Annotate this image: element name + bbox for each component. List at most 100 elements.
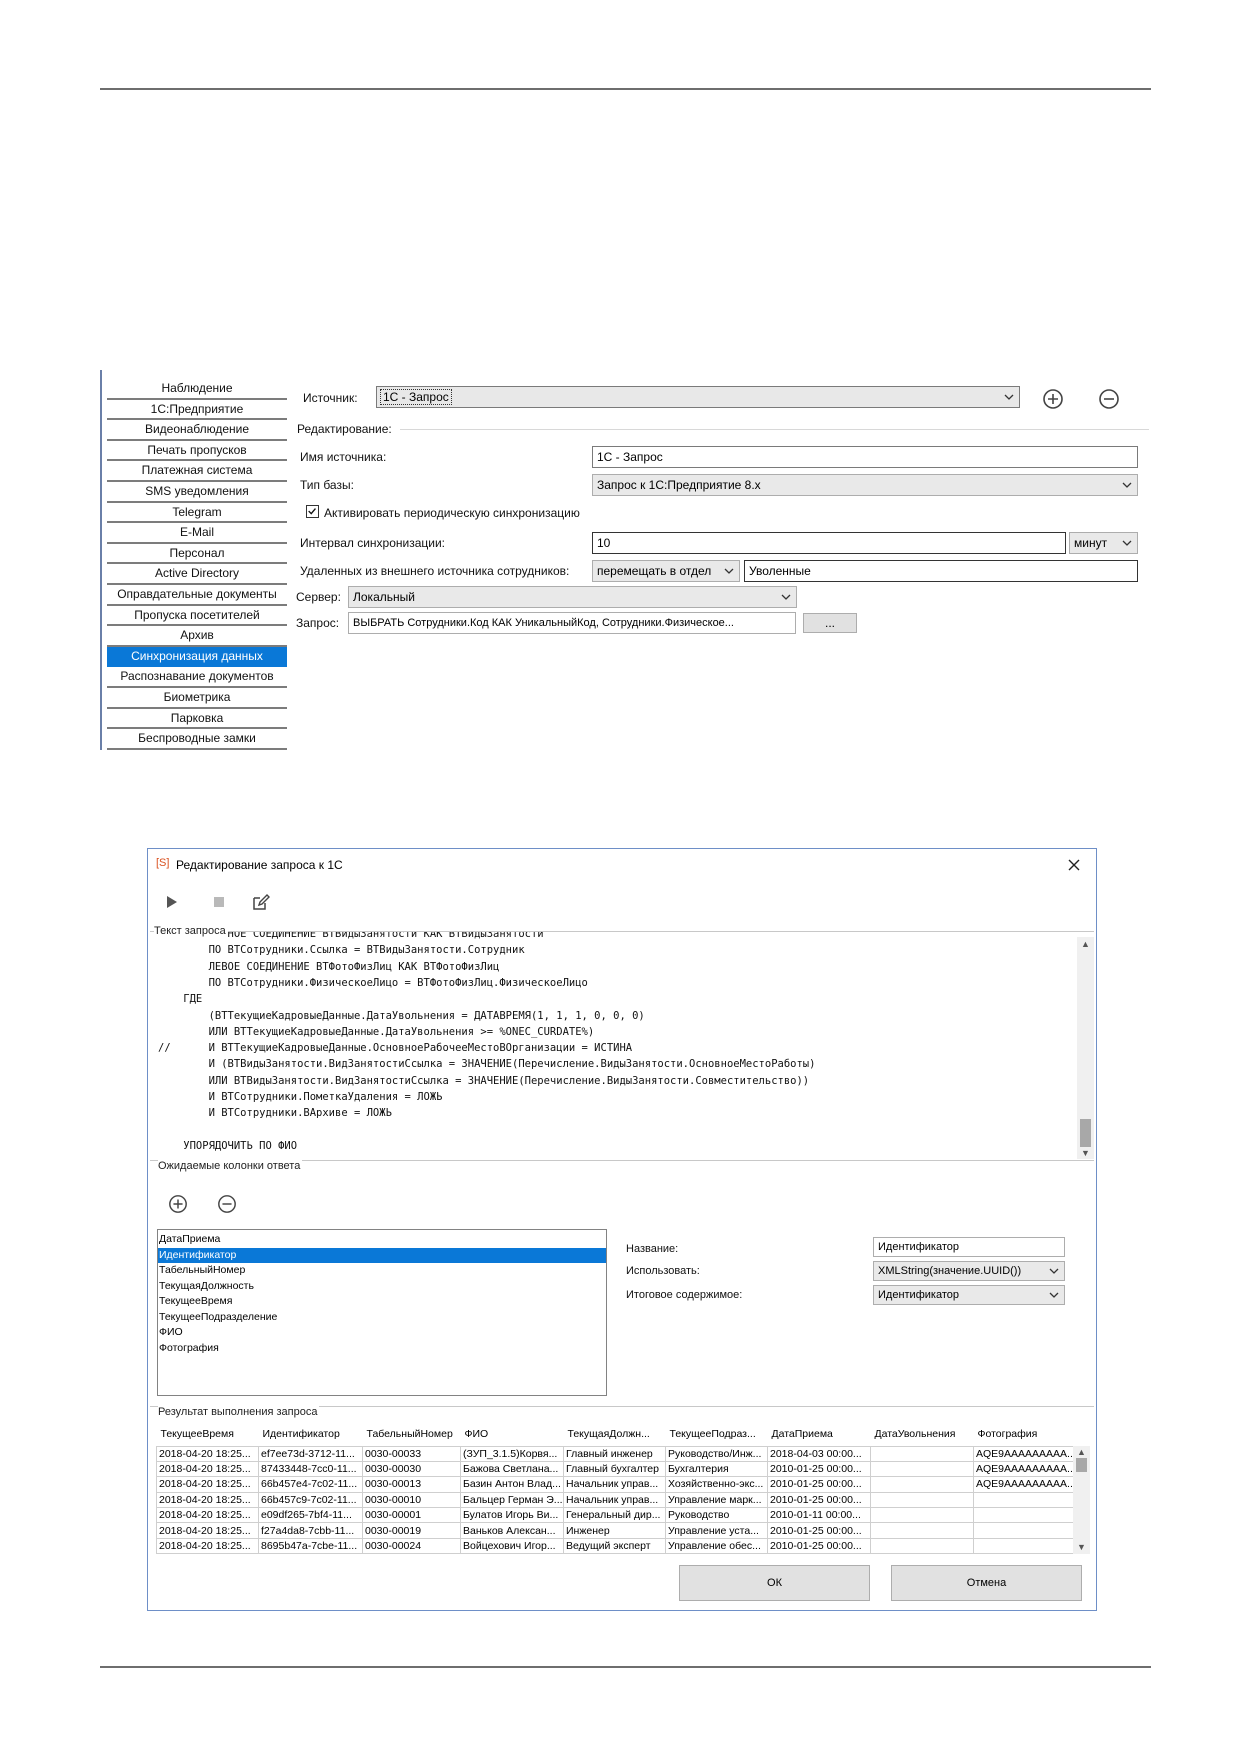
column-header[interactable]: ДатаПриема	[768, 1422, 871, 1446]
code-line: УПОРЯДОЧИТЬ ПО ФИО	[158, 1139, 298, 1152]
code-line: ПО ВТСотрудники.Ссылка = ВТВидыЗанятости…	[158, 944, 525, 957]
menu-item[interactable]: Печать пропусков	[107, 441, 287, 462]
table-cell: Генеральный дир...	[563, 1507, 666, 1524]
prop-use-select[interactable]: XMLString(значение.UUID())	[873, 1261, 1065, 1281]
menu-item[interactable]: Наблюдение	[107, 379, 287, 400]
query-code-editor[interactable]: ПОЛНОЕ СОЕДИНЕНИЕ ВТВидыЗанятости КАК ВТ…	[150, 931, 1094, 1161]
remove-column-icon[interactable]	[217, 1194, 237, 1214]
menu-item[interactable]: SMS уведомления	[107, 482, 287, 503]
table-cell: Бажова Светлана...	[460, 1460, 564, 1478]
table-row[interactable]: 2018-04-20 18:25... 66b457e4-7c02-11... 00…	[156, 1476, 1081, 1493]
stop-icon[interactable]	[209, 892, 229, 912]
column-list-item[interactable]: ТекущаяДолжность	[158, 1279, 606, 1295]
menu-item[interactable]: Беспроводные замки	[107, 729, 287, 750]
result-table: ТекущееВремя Идентификатор ТабельныйНомер Ф…	[156, 1422, 1081, 1555]
column-header[interactable]: ФИО	[461, 1422, 564, 1446]
expected-columns-list[interactable]: ДатаПриема Идентификатор ТабельныйНомер Тек…	[157, 1229, 607, 1396]
menu-item[interactable]: E-Mail	[107, 523, 287, 544]
table-cell: 0030-00033	[362, 1445, 461, 1462]
source-select-value: 1С - Запрос	[380, 389, 452, 405]
base-type-select[interactable]: Запрос к 1С:Предприятие 8.х	[592, 474, 1138, 496]
deleted-dept-input[interactable]: Уволенные	[744, 560, 1138, 582]
edit-icon[interactable]	[251, 892, 271, 912]
scroll-down-icon[interactable]: ▼	[1076, 1542, 1087, 1552]
scroll-up-icon[interactable]: ▲	[1080, 939, 1091, 949]
code-scrollbar[interactable]: ▲ ▼	[1077, 937, 1094, 1159]
table-row[interactable]: 2018-04-20 18:25... ef7ee73d-3712-11... 00…	[156, 1445, 1081, 1462]
sync-checkbox-label[interactable]: Активировать периодическую синхронизацию	[324, 506, 580, 520]
deleted-action-select[interactable]: перемещать в отдел	[592, 560, 740, 582]
column-list-item[interactable]: ТабельныйНомер	[158, 1263, 606, 1279]
table-cell	[973, 1522, 1081, 1539]
ok-button[interactable]: ОК	[679, 1565, 870, 1601]
column-header[interactable]: ТабельныйНомер	[363, 1422, 461, 1446]
menu-item[interactable]: 1С:Предприятие	[107, 400, 287, 421]
query-edit-button[interactable]: ...	[803, 613, 857, 633]
code-line: И ВТСотрудники.ПометкаУдаления = ЛОЖЬ	[158, 1091, 443, 1103]
add-source-icon[interactable]	[1042, 388, 1064, 410]
column-list-item[interactable]: Фотография	[158, 1341, 606, 1357]
scroll-up-icon[interactable]: ▲	[1076, 1447, 1087, 1457]
menu-item[interactable]: Платежная система	[107, 461, 287, 482]
code-line: // И ВТТекущиеКадровыеДанные.ОсновноеРаб…	[158, 1042, 633, 1055]
table-cell	[870, 1476, 974, 1493]
prop-final-label: Итоговое содержимое:	[626, 1289, 743, 1301]
table-cell: Ваньков Алексан...	[460, 1522, 564, 1539]
deleted-action-value: перемещать в отдел	[597, 564, 712, 578]
table-cell: Управление уста...	[665, 1522, 768, 1539]
menu-item[interactable]: Пропуска посетителей	[107, 606, 287, 627]
sync-settings-screenshot: Наблюдение 1С:Предприятие Видеонаблюдение П…	[100, 370, 1151, 750]
source-select[interactable]: 1С - Запрос	[376, 386, 1020, 408]
column-list-item[interactable]: ТекущееПодразделение	[158, 1310, 606, 1326]
sync-checkbox[interactable]	[306, 505, 319, 518]
table-row[interactable]: 2018-04-20 18:25... f27a4da8-7cbb-11... 00…	[156, 1522, 1081, 1539]
menu-item[interactable]: Распознавание документов	[107, 667, 287, 688]
table-cell: 2018-04-20 18:25...	[156, 1476, 259, 1493]
scroll-thumb[interactable]	[1076, 1458, 1087, 1472]
column-header[interactable]: Фотография	[974, 1422, 1081, 1446]
editing-divider	[400, 429, 1149, 430]
table-cell: 2010-01-25 00:00...	[767, 1491, 871, 1509]
prop-name-input[interactable]: Идентификатор	[873, 1237, 1065, 1257]
menu-item[interactable]: Видеонаблюдение	[107, 420, 287, 441]
result-scrollbar[interactable]: ▲ ▼	[1073, 1446, 1090, 1554]
prop-final-select[interactable]: Идентификатор	[873, 1285, 1065, 1305]
table-row[interactable]: 2018-04-20 18:25... 66b457c9-7c02-11... 00…	[156, 1491, 1081, 1509]
menu-item[interactable]: Синхронизация данных	[107, 646, 287, 668]
table-row[interactable]: 2018-04-20 18:25... 87433448-7cc0-11... 00…	[156, 1460, 1081, 1478]
column-header[interactable]: ТекущееПодраз...	[666, 1422, 768, 1446]
menu-item[interactable]: Архив	[107, 626, 287, 647]
name-input[interactable]: 1С - Запрос	[592, 446, 1138, 468]
scroll-down-icon[interactable]: ▼	[1080, 1148, 1091, 1158]
interval-unit-select[interactable]: минут	[1069, 532, 1138, 554]
interval-input[interactable]: 10	[592, 532, 1066, 554]
column-list-item[interactable]: ТекущееВремя	[158, 1294, 606, 1310]
table-row[interactable]: 2018-04-20 18:25... e09df265-7bf4-11... 00…	[156, 1507, 1081, 1524]
remove-source-icon[interactable]	[1098, 388, 1120, 410]
server-select[interactable]: Локальный	[348, 586, 797, 608]
menu-item[interactable]: Биометрика	[107, 688, 287, 709]
menu-item[interactable]: Telegram	[107, 503, 287, 524]
add-column-icon[interactable]	[168, 1194, 188, 1214]
menu-item[interactable]: Active Directory	[107, 564, 287, 585]
column-header[interactable]: ТекущееВремя	[157, 1422, 259, 1446]
scroll-thumb[interactable]	[1080, 1119, 1091, 1147]
column-header[interactable]: ТекущаяДолжн...	[564, 1422, 666, 1446]
column-header[interactable]: ДатаУвольнения	[871, 1422, 974, 1446]
column-list-item[interactable]: Идентификатор	[158, 1247, 606, 1263]
column-list-item[interactable]: ФИО	[158, 1325, 606, 1341]
base-type-label: Тип базы:	[300, 478, 354, 492]
column-header[interactable]: Идентификатор	[259, 1422, 363, 1446]
column-list-item[interactable]: ДатаПриема	[158, 1232, 606, 1248]
close-icon[interactable]	[1063, 854, 1085, 876]
table-cell	[870, 1522, 974, 1539]
menu-item[interactable]: Персонал	[107, 544, 287, 565]
table-cell: 2010-01-25 00:00...	[767, 1537, 871, 1555]
table-cell: AQE9AAAAAAAAA...	[973, 1476, 1081, 1493]
query-input[interactable]: ВЫБРАТЬ Сотрудники.Код КАК УникальныйКод…	[348, 612, 796, 634]
menu-item[interactable]: Оправдательные документы	[107, 585, 287, 606]
menu-item[interactable]: Парковка	[107, 709, 287, 730]
cancel-button[interactable]: Отмена	[891, 1565, 1082, 1601]
table-row[interactable]: 2018-04-20 18:25... 8695b47a-7cbe-11... 00…	[156, 1537, 1081, 1555]
run-icon[interactable]	[162, 892, 182, 912]
